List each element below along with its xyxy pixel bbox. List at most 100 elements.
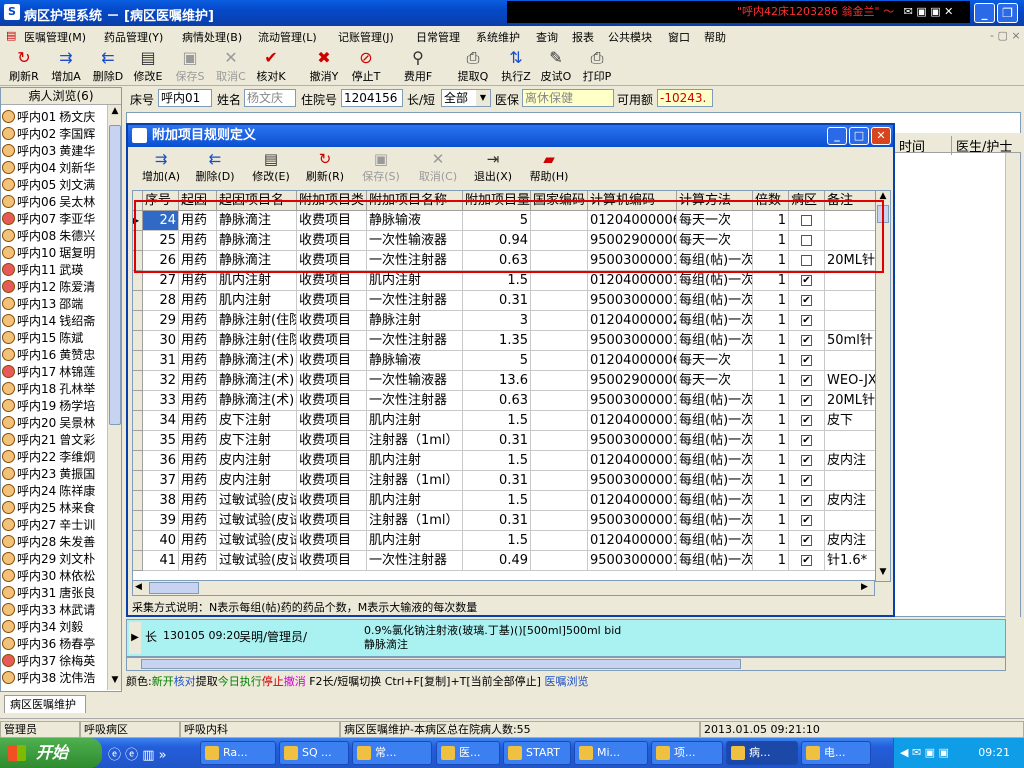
patient-row[interactable]: 呼内03 黄建华 (2, 142, 107, 159)
grid-cell[interactable]: 静脉滴注(术) (217, 371, 297, 391)
grid-cell[interactable]: 用药 (179, 491, 217, 511)
grid-cell[interactable] (531, 351, 588, 371)
grid-cell[interactable] (531, 271, 588, 291)
grid-cell[interactable]: 收费项目 (297, 271, 367, 291)
grid-cell[interactable]: 皮内注射 (217, 451, 297, 471)
grid-cell[interactable]: 用药 (179, 311, 217, 331)
grid-cell[interactable] (531, 471, 588, 491)
grid-cell[interactable]: 皮下注射 (217, 431, 297, 451)
grid-cell[interactable]: 1 (753, 411, 789, 431)
grid-cell[interactable]: 38 (143, 491, 179, 511)
quick-launch-icons[interactable]: ⓔ ⓔ ▥ » (108, 744, 167, 763)
grid-cell[interactable]: 收费项目 (297, 551, 367, 571)
grid-vertical-scrollbar[interactable]: ▲ ▼ (875, 190, 891, 582)
grid-cell[interactable]: 一次性注射器 (367, 551, 463, 571)
grid-cell[interactable]: 用药 (179, 351, 217, 371)
grid-cell[interactable] (531, 451, 588, 471)
grid-cell[interactable]: 用药 (179, 271, 217, 291)
row-selector[interactable] (133, 451, 143, 471)
grid-cell[interactable]: 25 (143, 231, 179, 251)
row-selector[interactable] (133, 491, 143, 511)
checkbox-checked-icon[interactable]: ✔ (801, 555, 812, 566)
grid-cell[interactable]: 静脉注射 (367, 311, 463, 331)
dialog-toolbar-button[interactable]: ▣ 保存(S) (356, 151, 406, 185)
grid-cell[interactable]: 每天一次 (677, 231, 753, 251)
grid-cell[interactable]: 950030000010 (588, 511, 677, 531)
taskbar-task[interactable]: 项... (651, 741, 723, 765)
grid-cell[interactable]: 针1.6* (825, 551, 878, 571)
row-selector[interactable] (133, 251, 143, 271)
grid-cell[interactable]: 静脉滴注 (217, 231, 297, 251)
grid-cell[interactable]: 1.5 (463, 411, 531, 431)
toolbar-button[interactable]: ⚲ 费用F (398, 48, 438, 84)
grid-cell[interactable]: 20ML针 (825, 391, 878, 411)
scroll-thumb[interactable] (109, 125, 121, 425)
start-button[interactable]: 开始 (0, 738, 102, 768)
grid-cell[interactable]: 012040000010 (588, 411, 677, 431)
checkbox-checked-icon[interactable]: ✔ (801, 435, 812, 446)
toolbar-button[interactable]: ✕ 取消C (211, 48, 251, 84)
grid-cell[interactable]: 0.31 (463, 471, 531, 491)
toolbar-button[interactable]: ✖ 撤消Y (304, 48, 344, 84)
grid-cell[interactable]: 每组(帖)一次 (677, 411, 753, 431)
grid-cell[interactable]: 肌内注射 (217, 291, 297, 311)
grid-cell[interactable] (825, 271, 878, 291)
grid-column-header[interactable]: 病区 (789, 191, 825, 211)
dialog-toolbar-button[interactable]: ⇉ 增加(A) (136, 151, 186, 185)
taskbar-task[interactable]: START (503, 741, 571, 765)
grid-cell[interactable]: 0.63 (463, 391, 531, 411)
grid-cell[interactable]: 13.6 (463, 371, 531, 391)
grid-cell[interactable]: 用药 (179, 391, 217, 411)
grid-cell[interactable]: 1 (753, 531, 789, 551)
grid-cell[interactable]: 静脉注射(住院) (217, 331, 297, 351)
grid-cell[interactable]: 一次性输液器 (367, 231, 463, 251)
grid-cell[interactable] (531, 251, 588, 271)
grid-cell[interactable]: 950030000010 (588, 471, 677, 491)
grid-cell[interactable]: 012040000010 (588, 451, 677, 471)
grid-cell[interactable] (531, 231, 588, 251)
grid-cell[interactable]: 用药 (179, 291, 217, 311)
bottom-hscrollbar[interactable] (126, 657, 1006, 671)
grid-cell[interactable]: 012040000010 (588, 491, 677, 511)
menu-item[interactable]: 药品管理(Y) (104, 29, 163, 45)
grid-cell[interactable] (825, 431, 878, 451)
checkbox-checked-icon[interactable]: ✔ (801, 455, 812, 466)
grid-cell[interactable]: 用药 (179, 431, 217, 451)
grid-column-header[interactable]: 计算方法 (677, 191, 753, 211)
dialog-maximize-button[interactable]: □ (849, 127, 869, 145)
grid-cell[interactable] (825, 211, 878, 231)
grid-cell[interactable]: 5 (463, 211, 531, 231)
grid-cell[interactable]: 1 (753, 491, 789, 511)
chevron-down-icon[interactable]: ▼ (476, 90, 490, 106)
grid-cell[interactable]: 每天一次 (677, 371, 753, 391)
dialog-toolbar-button[interactable]: ▤ 修改(E) (246, 151, 296, 185)
checkbox-checked-icon[interactable]: ✔ (801, 415, 812, 426)
grid-cell[interactable]: 1 (753, 331, 789, 351)
grid-cell[interactable]: 40 (143, 531, 179, 551)
grid-cell[interactable]: 012040000010 (588, 271, 677, 291)
grid-cell[interactable]: 36 (143, 451, 179, 471)
grid-cell[interactable]: 过敏试验(皮试) (217, 511, 297, 531)
grid-cell[interactable]: 收费项目 (297, 491, 367, 511)
grid-cell[interactable]: 32 (143, 371, 179, 391)
name-field[interactable]: 杨文庆 (244, 89, 296, 107)
row-selector[interactable] (133, 431, 143, 451)
grid-cell[interactable] (825, 231, 878, 251)
grid-cell[interactable]: 肌内注射 (367, 491, 463, 511)
grid-cell[interactable]: 1.5 (463, 271, 531, 291)
insurance-field[interactable]: 离休保健 (522, 89, 614, 107)
grid-cell[interactable] (825, 291, 878, 311)
grid-cell[interactable] (531, 511, 588, 531)
grid-cell[interactable]: 950030000010 (588, 331, 677, 351)
grid-cell[interactable]: 注射器（1ml） (367, 511, 463, 531)
grid-cell[interactable]: 1 (753, 471, 789, 491)
grid-cell[interactable]: 012040000020 (588, 311, 677, 331)
dialog-toolbar-button[interactable]: ▰ 帮助(H) (524, 151, 574, 185)
menu-item[interactable]: 帮助 (704, 29, 726, 45)
grid-cell[interactable]: 41 (143, 551, 179, 571)
patient-row[interactable]: 呼内38 沈伟浩 (2, 669, 107, 686)
grid-cell[interactable]: 每天一次 (677, 351, 753, 371)
scroll-up-icon[interactable]: ▲ (876, 191, 890, 204)
grid-cell[interactable]: 一次性注射器 (367, 331, 463, 351)
grid-column-header[interactable]: 附加项目量 (463, 191, 531, 211)
